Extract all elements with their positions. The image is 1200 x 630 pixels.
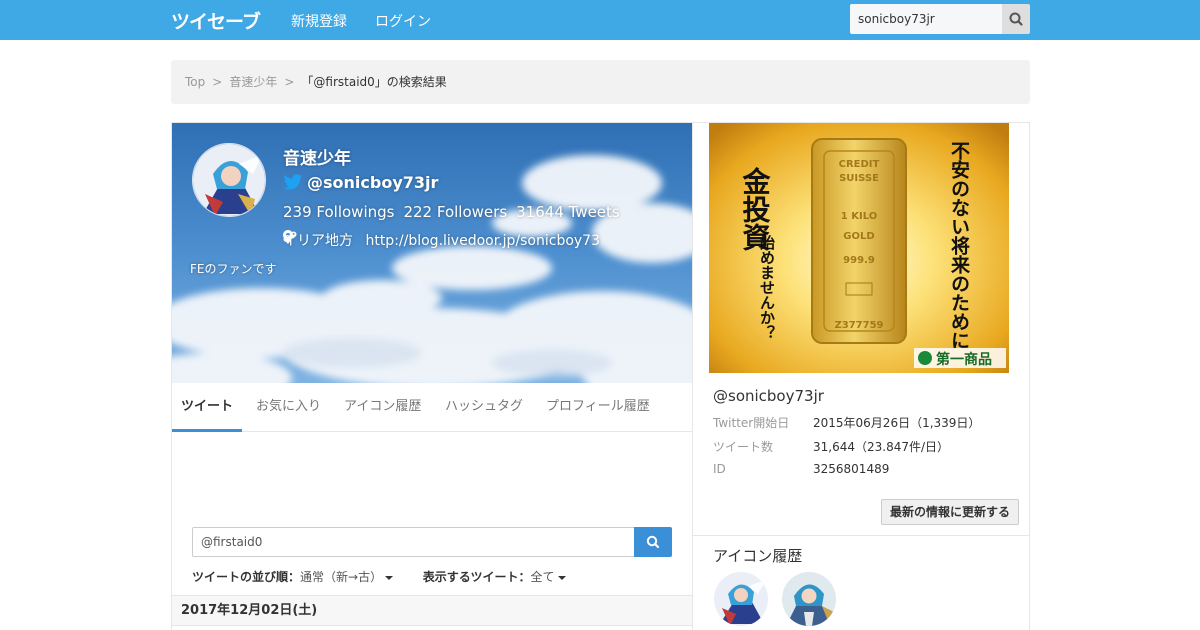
tweet-options: ツイートの並び順：通常（新→古） 表示するツイート：全て xyxy=(192,568,566,585)
sidebar-handle: @sonicboy73jr xyxy=(713,387,824,405)
ad-banner[interactable]: CREDIT SUISSE 1 KILO GOLD 999.9 Z377759 … xyxy=(709,123,1009,373)
header-search xyxy=(850,4,1030,34)
ad-engraving: SUISSE xyxy=(839,173,879,184)
ad-engraving: 1 KILO xyxy=(841,211,877,222)
breadcrumb-user[interactable]: 音速少年 xyxy=(229,60,277,104)
tweet-search-input[interactable] xyxy=(192,527,635,557)
ad-engraving: Z377759 xyxy=(835,320,884,331)
link-icon xyxy=(283,231,297,243)
chevron-down-icon xyxy=(385,575,394,580)
info-value: 31,644（23.847件/日） xyxy=(813,440,950,454)
order-dropdown[interactable]: 通常（新→古） xyxy=(300,570,394,584)
breadcrumb-separator: > xyxy=(212,75,223,89)
tab-icon-history[interactable]: アイコン履歴 xyxy=(344,383,421,432)
breadcrumb-top[interactable]: Top xyxy=(185,60,205,104)
profile-bio: FEのファンです xyxy=(190,262,277,276)
profile-name: 音速少年 xyxy=(283,149,351,169)
header-search-input[interactable] xyxy=(850,4,1002,34)
breadcrumb: Top > 音速少年 > 「@firstaid0」の検索結果 xyxy=(171,60,1030,104)
icon-history-avatar[interactable] xyxy=(782,572,836,626)
breadcrumb-current: 「@firstaid0」の検索結果 xyxy=(301,75,447,89)
followers-count[interactable]: 222 Followers xyxy=(403,203,507,221)
icon-history-title: アイコン履歴 xyxy=(713,547,803,565)
icon-history-avatar[interactable] xyxy=(714,572,768,626)
tab-hashtags[interactable]: ハッシュタグ xyxy=(445,383,523,432)
search-icon xyxy=(646,535,660,549)
ad-engraving: GOLD xyxy=(843,231,874,242)
info-label: ID xyxy=(713,462,726,476)
info-value: 3256801489 xyxy=(813,462,890,476)
breadcrumb-separator: > xyxy=(284,75,295,89)
update-info-button[interactable]: 最新の情報に更新する xyxy=(881,499,1019,525)
divider xyxy=(693,535,1029,536)
ad-brand: 第一商品 xyxy=(936,351,992,368)
header-search-button[interactable] xyxy=(1002,4,1030,34)
ad-left-subline: 始めませんか？ xyxy=(758,234,776,340)
tab-profile-history[interactable]: プロフィール履歴 xyxy=(546,383,650,432)
info-row: ツイート数 31,644（23.847件/日） xyxy=(713,438,949,455)
tweet-search-button[interactable] xyxy=(634,527,672,557)
top-navbar: ツイセーブ 新規登録 ログイン xyxy=(0,0,1200,40)
tab-favorites[interactable]: お気に入り xyxy=(256,383,321,432)
sidebar: CREDIT SUISSE 1 KILO GOLD 999.9 Z377759 … xyxy=(692,122,1030,630)
info-label: ツイート数 xyxy=(713,440,774,454)
search-icon xyxy=(1009,12,1023,26)
show-value: 全て xyxy=(530,570,555,584)
login-link[interactable]: ログイン xyxy=(375,11,431,31)
profile-stats: 239 Followings 222 Followers 31644 Tweets xyxy=(283,203,629,221)
tab-tweets[interactable]: ツイート xyxy=(172,383,243,432)
info-value: 2015年06月26日（1,339日） xyxy=(813,416,981,430)
order-value: 通常（新→古） xyxy=(300,570,383,584)
svg-text:ツイセーブ: ツイセーブ xyxy=(171,10,261,33)
twitter-bird-icon xyxy=(283,174,303,190)
followings-count[interactable]: 239 Followings xyxy=(283,203,394,221)
profile-url[interactable]: http://blog.livedoor.jp/sonicboy73 xyxy=(365,233,600,249)
date-header: 2017年12月02日(土) xyxy=(172,595,692,626)
info-label: Twitter開始日 xyxy=(713,416,790,430)
info-row: ID 3256801489 xyxy=(713,462,889,476)
tweets-count[interactable]: 31644 Tweets xyxy=(516,203,620,221)
show-dropdown[interactable]: 全て xyxy=(531,570,566,584)
site-logo[interactable]: ツイセーブ xyxy=(171,6,267,34)
chevron-down-icon xyxy=(557,575,566,580)
ad-engraving: 999.9 xyxy=(843,255,875,266)
signup-link[interactable]: 新規登録 xyxy=(291,11,347,31)
tweet-search xyxy=(192,527,672,557)
order-label: ツイートの並び順： xyxy=(192,570,301,584)
ad-engraving: CREDIT xyxy=(839,159,880,170)
show-label: 表示するツイート： xyxy=(422,570,531,584)
ad-right-headline: 不安のない将来のために xyxy=(948,141,970,350)
info-row: Twitter開始日 2015年06月26日（1,339日） xyxy=(713,414,980,431)
profile-avatar[interactable] xyxy=(192,143,266,217)
content-tabs: ツイート お気に入り アイコン履歴 ハッシュタグ プロフィール履歴 xyxy=(172,383,692,432)
profile-meta: イリア地方 http://blog.livedoor.jp/sonicboy73 xyxy=(283,230,600,250)
profile-handle-text: @sonicboy73jr xyxy=(307,173,439,192)
profile-header: 音速少年 @sonicboy73jr 239 Followings 222 Fol… xyxy=(172,123,692,383)
profile-panel: 音速少年 @sonicboy73jr 239 Followings 222 Fol… xyxy=(171,122,693,630)
